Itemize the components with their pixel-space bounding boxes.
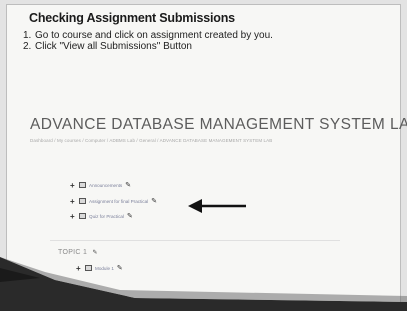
monitor-bezel-edge (0, 257, 407, 311)
